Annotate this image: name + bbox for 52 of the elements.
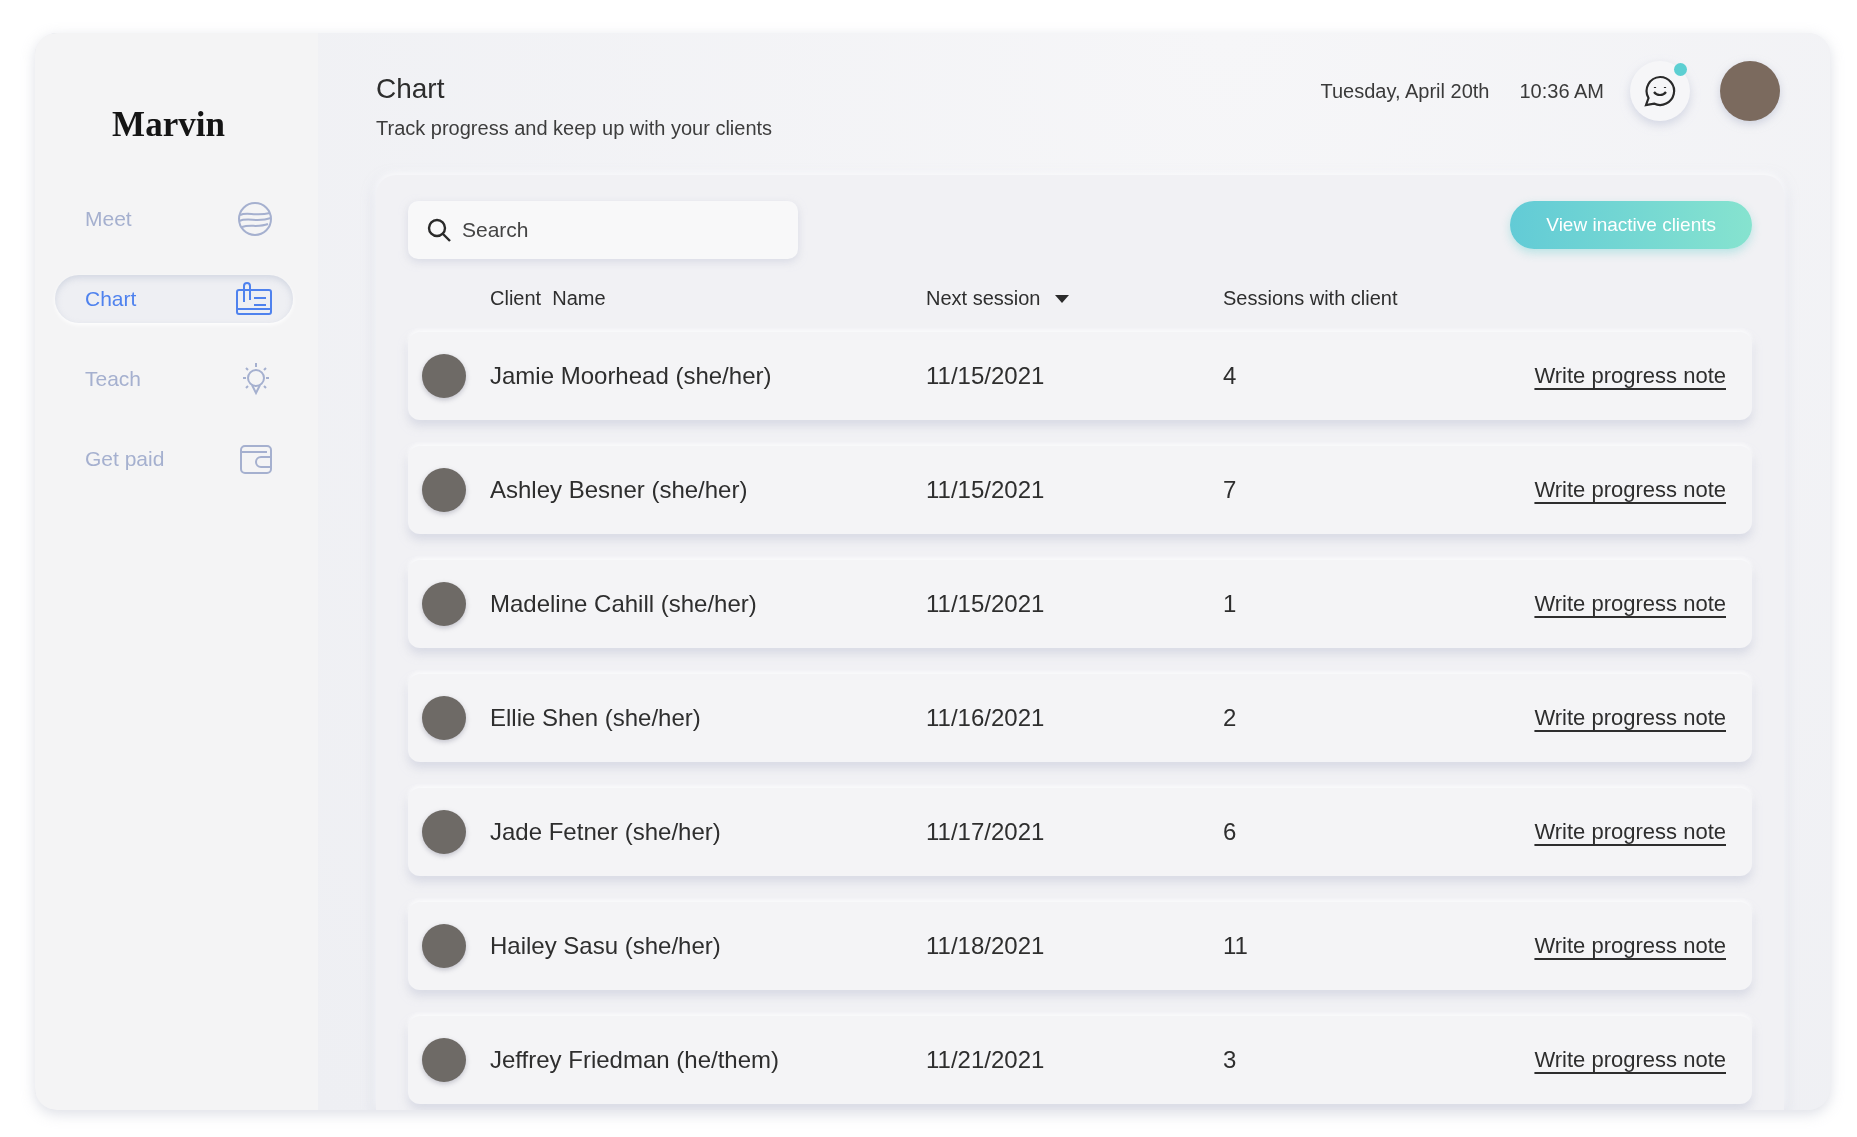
client-name: Jade Fetner (she/her): [489, 818, 722, 846]
progress-note-link[interactable]: Write progress note: [1534, 705, 1726, 731]
client-avatar: [422, 1038, 466, 1082]
column-header[interactable]: Client Name: [490, 287, 606, 310]
chat-button[interactable]: [1630, 61, 1690, 121]
client-name: Hailey Sasu (she/her): [489, 932, 722, 960]
session-count: 7: [1223, 476, 1238, 504]
session-count: 6: [1223, 818, 1238, 846]
progress-note-link[interactable]: Write progress note: [1534, 477, 1726, 503]
globe-icon: [237, 201, 273, 237]
session-date: 11/17/2021: [926, 818, 1046, 846]
date-text: Tuesday, April 20th: [1320, 79, 1490, 103]
client-avatar: [422, 924, 466, 968]
progress-note-link[interactable]: Write progress note: [1534, 363, 1726, 389]
clipboard-icon: [235, 282, 273, 316]
user-avatar[interactable]: [1720, 61, 1780, 121]
time-text: 10:36 AM: [1519, 79, 1604, 103]
session-date: 11/15/2021: [926, 590, 1046, 618]
session-date: 11/18/2021: [926, 932, 1046, 960]
client-avatar: [422, 468, 466, 512]
client-name: Madeline Cahill (she/her): [489, 590, 758, 618]
session-date: 11/16/2021: [926, 704, 1046, 732]
session-date: 11/21/2021: [926, 1046, 1046, 1074]
session-date: 11/15/2021: [926, 476, 1046, 504]
page-title: Chart: [376, 73, 446, 105]
session-count: 2: [1223, 704, 1238, 732]
app-logo: Marvin: [111, 105, 226, 145]
client-name: Jamie Moorhead (she/her): [489, 362, 773, 390]
chat-smile-icon: [1643, 74, 1677, 108]
client-avatar: [422, 582, 466, 626]
column-header[interactable]: Next session: [926, 287, 1041, 310]
progress-note-link[interactable]: Write progress note: [1534, 1047, 1726, 1073]
search-field[interactable]: Search: [408, 201, 798, 259]
wallet-icon: [239, 442, 273, 476]
session-count: 1: [1223, 590, 1238, 618]
progress-note-link[interactable]: Write progress note: [1534, 591, 1726, 617]
client-name: Ellie Shen (she/her): [489, 704, 702, 732]
client-name: Ashley Besner (she/her): [489, 476, 749, 504]
client-name: Jeffrey Friedman (he/them): [489, 1046, 780, 1074]
search-icon: [426, 217, 452, 243]
session-count: 11: [1223, 932, 1249, 960]
client-avatar: [422, 696, 466, 740]
page-subtitle: Track progress and keep up with your clients: [376, 117, 773, 140]
client-avatar: [422, 810, 466, 854]
session-count: 3: [1223, 1046, 1238, 1074]
progress-note-link[interactable]: Write progress note: [1534, 933, 1726, 959]
session-date: 11/15/2021: [926, 362, 1046, 390]
client-avatar: [422, 354, 466, 398]
session-count: 4: [1223, 362, 1238, 390]
progress-note-link[interactable]: Write progress note: [1534, 819, 1726, 845]
sort-caret-icon[interactable]: [1054, 294, 1069, 303]
column-header[interactable]: Sessions with client: [1223, 287, 1398, 310]
